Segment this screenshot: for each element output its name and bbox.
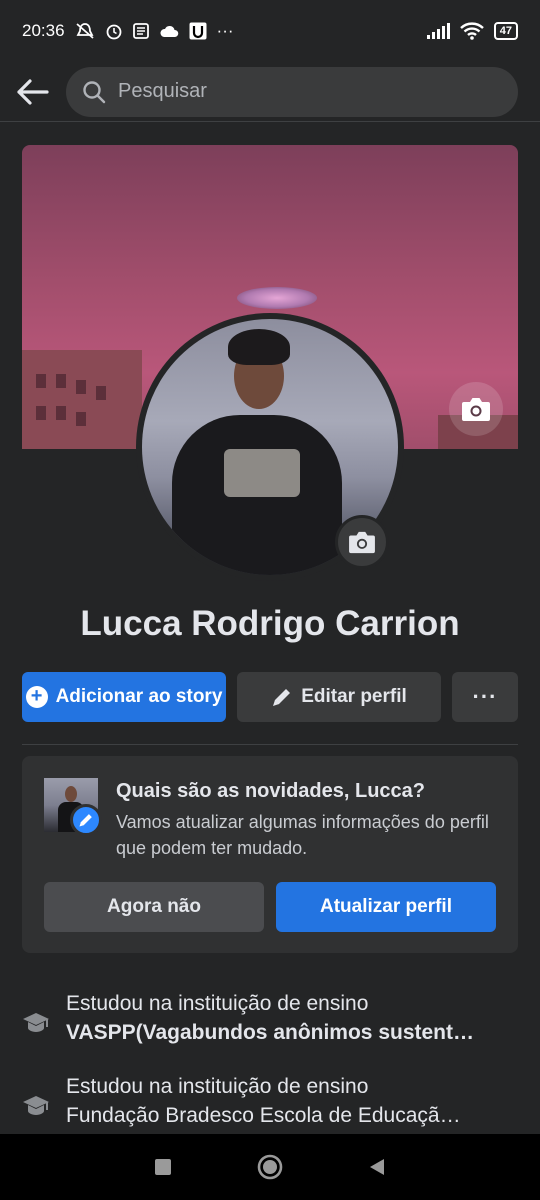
education-school[interactable]: Fundação Bradesco Escola de Educaçã… (66, 1104, 496, 1128)
profile-update-card: Quais são as novidades, Lucca? Vamos atu… (22, 756, 518, 953)
divider (22, 744, 518, 745)
camera-icon (462, 398, 490, 421)
pencil-icon (79, 814, 92, 827)
education-item[interactable]: Estudou na instituição de ensino VASPP(V… (22, 992, 518, 1062)
search-input[interactable] (118, 80, 498, 103)
wifi-icon (459, 22, 484, 40)
home-button[interactable] (250, 1147, 290, 1187)
education-school[interactable]: VASPP(Vagabundos anônimos sustent… (66, 1021, 496, 1045)
top-bar (0, 62, 540, 122)
system-nav-bar (0, 1134, 540, 1200)
mute-icon (75, 22, 95, 40)
education-label: Estudou na instituição de ensino (66, 992, 369, 1015)
back-nav-button[interactable] (357, 1147, 397, 1187)
more-options-button[interactable]: ··· (452, 672, 518, 722)
alarm-icon (105, 22, 123, 40)
back-button[interactable] (16, 75, 50, 109)
app-u-icon (189, 22, 207, 40)
update-profile-button[interactable]: Atualizar perfil (276, 882, 496, 932)
cover-camera-button[interactable] (449, 382, 503, 436)
profile-actions: + Adicionar ao story Editar perfil ··· (22, 672, 518, 722)
battery-indicator: 47 (493, 22, 518, 40)
plus-icon: + (25, 686, 48, 708)
status-bar: 20:36 ··· 47 (0, 0, 540, 62)
status-left: 20:36 ··· (22, 21, 234, 41)
camera-icon (349, 531, 375, 554)
more-dots-icon: ··· (472, 684, 498, 709)
cloud-icon (159, 24, 179, 38)
card-description: Vamos atualizar algumas informações do p… (116, 812, 489, 858)
search-bar[interactable] (66, 66, 518, 117)
arrow-left-icon (17, 78, 49, 105)
cover-building (22, 350, 142, 449)
graduation-cap-icon (23, 1096, 49, 1115)
add-story-label: Adicionar ao story (55, 686, 223, 707)
triangle-back-icon (369, 1159, 384, 1175)
avatar-camera-button[interactable] (335, 515, 389, 569)
pencil-icon (273, 689, 291, 706)
status-right: 47 (426, 22, 518, 40)
recents-button[interactable] (143, 1147, 183, 1187)
add-story-button[interactable]: + Adicionar ao story (22, 672, 226, 722)
search-icon (83, 80, 106, 103)
square-icon (155, 1159, 172, 1175)
status-more-dots: ··· (216, 21, 234, 40)
circle-icon (257, 1154, 283, 1180)
cover-ufo-shape (237, 287, 317, 309)
education-label: Estudou na instituição de ensino (66, 1075, 369, 1098)
profile-name: Lucca Rodrigo Carrion (80, 604, 460, 643)
graduation-cap-icon (23, 1013, 49, 1032)
edit-profile-label: Editar perfil (301, 686, 407, 707)
edit-profile-button[interactable]: Editar perfil (237, 672, 441, 722)
news-icon (132, 23, 149, 39)
not-now-button[interactable]: Agora não (44, 882, 264, 932)
card-title: Quais são as novidades, Lucca? (116, 780, 426, 802)
signal-icon (426, 23, 450, 39)
status-time: 20:36 (22, 21, 65, 40)
edit-badge (70, 804, 102, 836)
